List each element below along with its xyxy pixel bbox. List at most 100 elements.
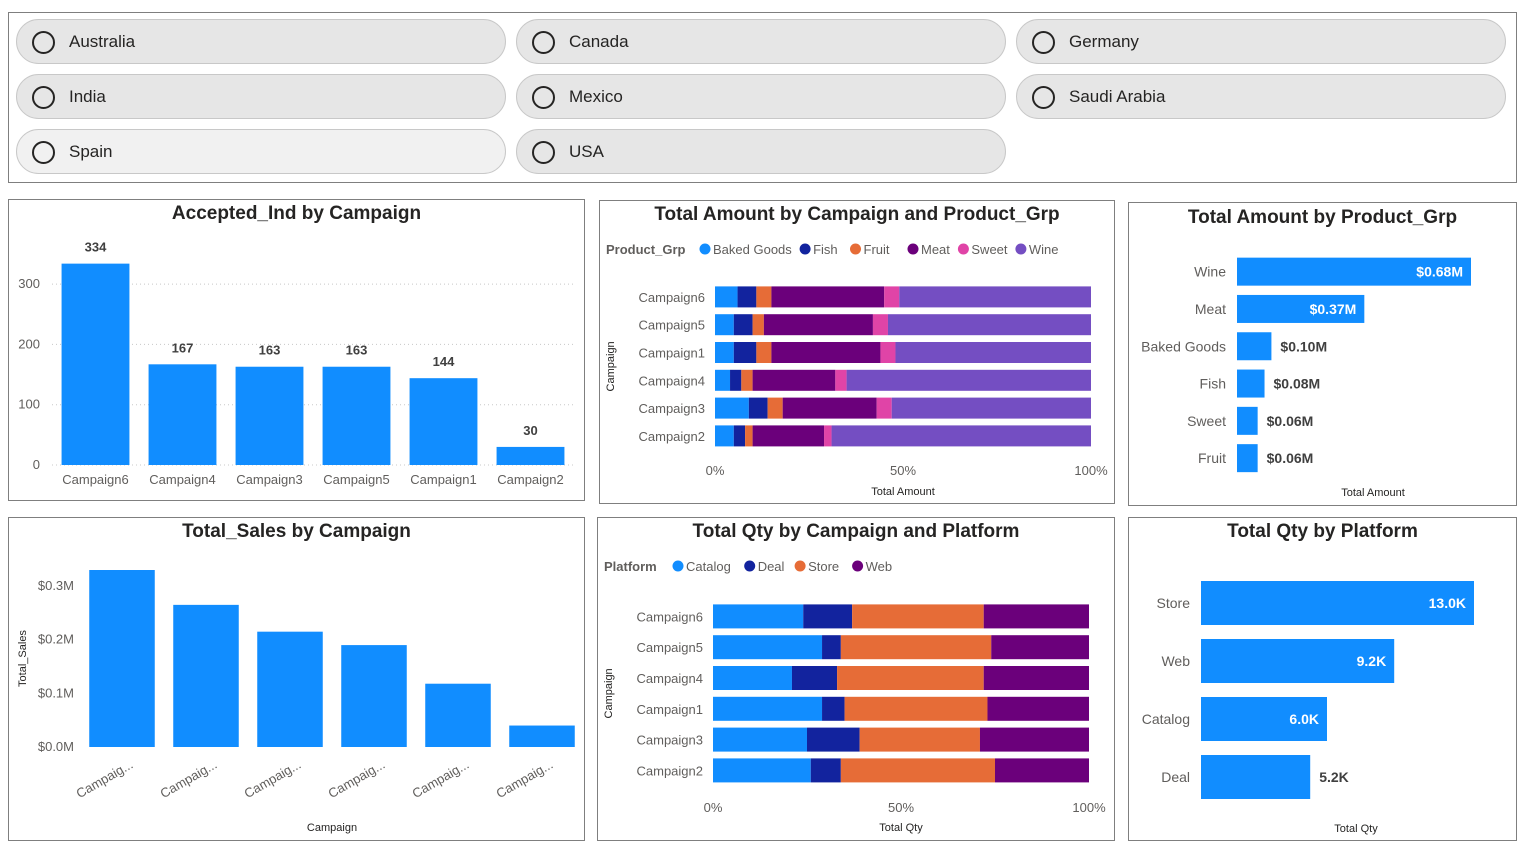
y-tick-label: 200 — [18, 336, 40, 351]
legend-label: Sweet — [971, 242, 1008, 257]
x-tick-label: 100% — [1074, 463, 1108, 478]
bar-segment — [899, 286, 1091, 308]
bar-segment — [876, 397, 892, 419]
radio-icon[interactable] — [532, 31, 555, 54]
bar-segment — [748, 397, 768, 419]
slicer-option-label: Australia — [69, 32, 136, 51]
y-tick-label: Store — [1157, 595, 1191, 611]
qty-by-platform-panel: Total Qty by Platform Store 13.0K Web 9.2K C… — [1128, 517, 1517, 841]
y-tick-label: Meat — [1195, 301, 1226, 317]
bar-segment — [763, 314, 873, 336]
bar-segment — [840, 758, 995, 783]
y-tick-label: 300 — [18, 276, 40, 291]
data-label: 144 — [433, 354, 455, 369]
y-tick-label: Campaign2 — [637, 763, 704, 778]
bar-segment — [771, 286, 885, 308]
slicer-option-label: Spain — [69, 142, 113, 161]
x-tick-label: 100% — [1072, 800, 1106, 815]
bar — [148, 364, 217, 465]
bar-segment — [979, 727, 1089, 752]
bar-segment — [995, 758, 1089, 783]
radio-icon[interactable] — [32, 31, 55, 54]
bar — [257, 631, 323, 747]
bar-segment — [756, 286, 772, 308]
legend-label: Deal — [758, 559, 785, 574]
legend-marker — [907, 243, 919, 255]
legend-label: Meat — [921, 242, 950, 257]
bar-segment — [822, 635, 841, 660]
bar — [89, 570, 155, 747]
bar — [173, 604, 239, 747]
slicer-option-spain[interactable]: Spain — [16, 129, 506, 174]
bar-segment — [715, 314, 734, 336]
x-tick-label: Campaig... — [158, 757, 220, 801]
bar-segment — [715, 397, 749, 419]
legend-marker — [794, 560, 806, 572]
x-tick-label: Campaig... — [242, 757, 304, 801]
y-tick-label: Campaign1 — [637, 702, 704, 717]
bar-segment — [822, 696, 845, 721]
bar-segment — [767, 397, 783, 419]
sales-by-campaign-panel: Total_Sales by Campaign $0.0M $0.1M $0.2M $… — [8, 517, 585, 841]
legend-marker — [852, 560, 864, 572]
slicer-option-india[interactable]: India — [16, 74, 506, 119]
bar-segment — [852, 604, 984, 629]
bar-segment — [872, 314, 888, 336]
amount-by-product-chart: Wine $0.68M Meat $0.37M Baked Goods $0.10M Fis… — [1141, 257, 1471, 499]
y-tick-label: Fish — [1200, 376, 1226, 392]
y-tick-label: $0.0M — [38, 739, 74, 754]
y-tick-label: Campaign6 — [639, 290, 706, 305]
y-tick-label: Wine — [1194, 264, 1226, 280]
bar-segment — [983, 666, 1089, 690]
slicer-option-mexico[interactable]: Mexico — [516, 74, 1006, 119]
radio-icon[interactable] — [532, 86, 555, 109]
legend-marker — [799, 243, 811, 255]
x-axis-title: Total Qty — [1334, 823, 1378, 835]
bar-segment — [713, 666, 792, 690]
radio-icon[interactable] — [1032, 86, 1055, 109]
radio-icon[interactable] — [532, 141, 555, 164]
bar-segment — [713, 696, 823, 721]
bar — [409, 378, 478, 465]
radio-icon[interactable] — [1032, 31, 1055, 54]
slicer-option-germany[interactable]: Germany — [1016, 19, 1506, 64]
bar-segment — [715, 425, 734, 447]
x-tick-label: Campaig... — [494, 757, 556, 801]
bar-segment — [782, 397, 877, 419]
bar-segment — [884, 286, 900, 308]
x-axis-title: Total Amount — [1341, 487, 1405, 499]
amount-by-campaign-product-chart: Product_Grp Baked Goods Fish Fruit Meat Sweet… — [605, 242, 1108, 498]
legend-marker — [957, 243, 969, 255]
slicer-option-australia[interactable]: Australia — [16, 19, 506, 64]
bar-segment — [752, 314, 764, 336]
x-tick-label: Campaign6 — [62, 472, 129, 487]
slicer-option-label: India — [69, 87, 106, 106]
legend-title: Product_Grp — [606, 242, 686, 257]
bar-segment — [983, 604, 1089, 629]
bar-segment — [715, 286, 738, 308]
bar-segment — [733, 314, 753, 336]
bar-segment — [987, 696, 1089, 721]
y-axis-title: Campaign — [603, 668, 615, 718]
radio-icon[interactable] — [32, 86, 55, 109]
slicer-option-usa[interactable]: USA — [516, 129, 1006, 174]
legend-marker — [1015, 243, 1027, 255]
radio-icon[interactable] — [32, 141, 55, 164]
y-tick-label: Web — [1161, 653, 1190, 669]
data-label: $0.68M — [1416, 264, 1463, 280]
y-tick-label: Catalog — [1142, 711, 1190, 727]
bar — [1237, 444, 1258, 473]
bar-segment — [741, 369, 753, 391]
slicer-option-canada[interactable]: Canada — [516, 19, 1006, 64]
slicer-option-saudi-arabia[interactable]: Saudi Arabia — [1016, 74, 1506, 119]
x-tick-label: 50% — [888, 800, 914, 815]
bar-segment — [713, 727, 807, 752]
data-label: 13.0K — [1429, 595, 1466, 611]
y-tick-label: Fruit — [1198, 450, 1226, 466]
bar-segment — [715, 342, 734, 363]
bar-segment — [844, 696, 988, 721]
slicer-option-label: Germany — [1069, 32, 1139, 51]
bar-segment — [752, 425, 825, 447]
y-axis-title: Total_Sales — [17, 630, 29, 687]
y-tick-label: Campaign6 — [637, 609, 704, 624]
